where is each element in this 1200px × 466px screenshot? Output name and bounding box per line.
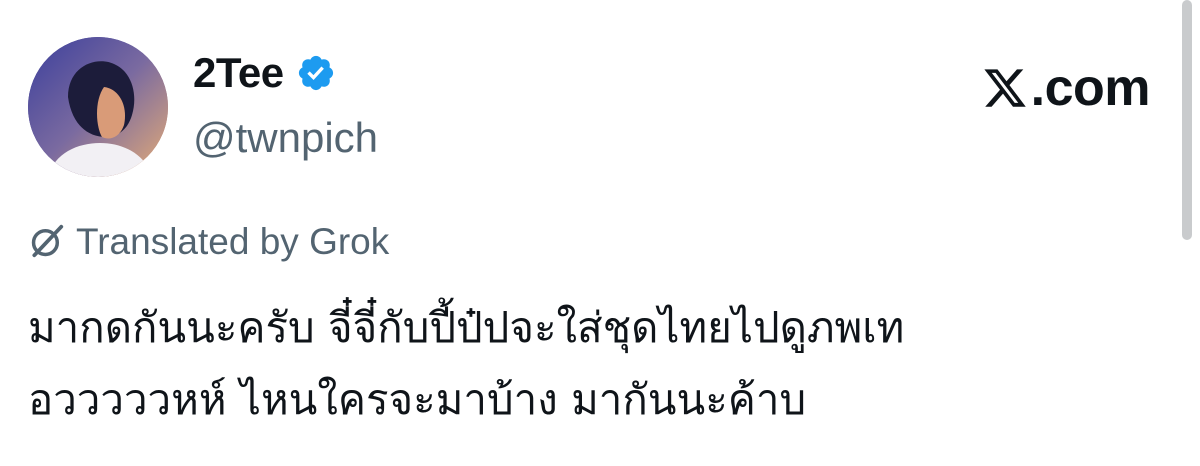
tweet-text-line: อวววววหห์ ไหนใครจะมาบ้าง มากันนะค้าบ bbox=[28, 375, 807, 424]
grok-icon bbox=[31, 224, 64, 258]
brand-domain-text: .com bbox=[1030, 59, 1151, 117]
tweet-text-line: มากดกันนะครับ จี๋จี๋กับปี้ป๋ปจะใส่ชุดไทย… bbox=[28, 303, 905, 352]
scrollbar-thumb[interactable] bbox=[1182, 0, 1192, 240]
brand-logo: .com bbox=[981, 59, 1151, 117]
verified-badge-icon[interactable] bbox=[296, 53, 336, 93]
tweet-text: มากดกันนะครับ จี๋จี๋กับปี้ป๋ปจะใส่ชุดไทย… bbox=[28, 292, 1148, 436]
author-name-row: 2Tee bbox=[193, 52, 336, 94]
translated-by-label: Translated by Grok bbox=[76, 220, 390, 262]
x-logo-icon bbox=[984, 69, 1026, 107]
translation-notice[interactable]: Translated by Grok bbox=[28, 222, 389, 260]
display-name[interactable]: 2Tee bbox=[193, 52, 284, 94]
author-handle[interactable]: @twnpich bbox=[193, 117, 378, 159]
avatar[interactable] bbox=[28, 37, 168, 177]
avatar-photo bbox=[28, 37, 168, 177]
